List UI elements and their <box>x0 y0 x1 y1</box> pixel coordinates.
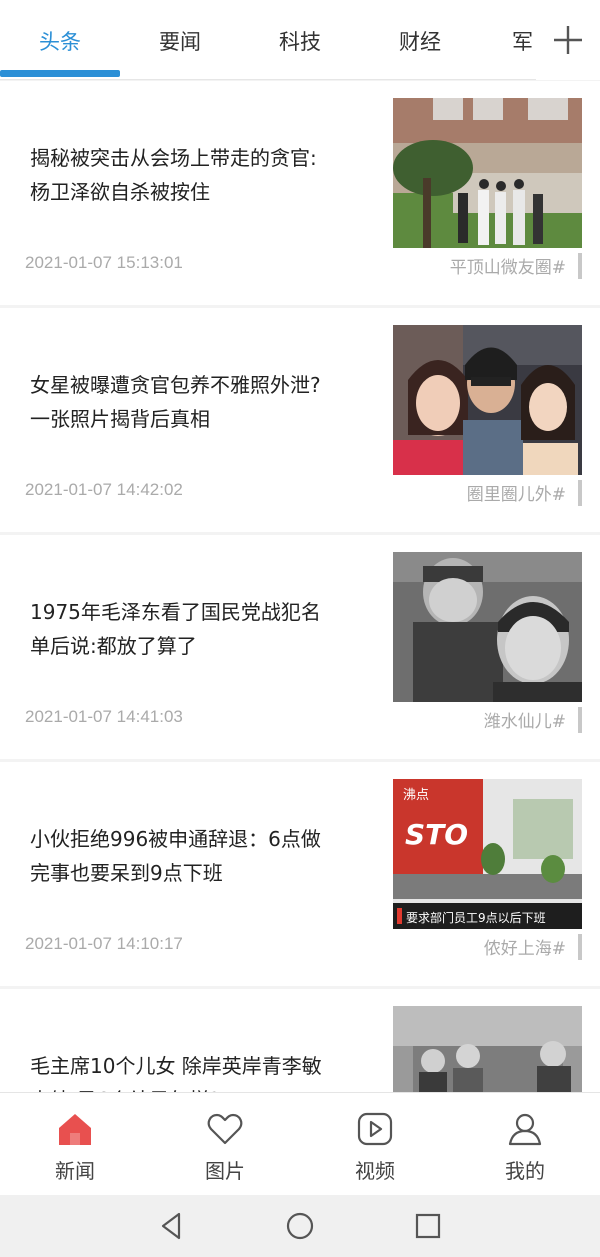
news-card[interactable]: 1975年毛泽东看了国民党战犯名 单后说:都放了算了 2021-01-07 14… <box>0 535 600 759</box>
publish-time: 2021-01-07 14:41:03 <box>25 707 183 726</box>
news-card[interactable]: 女星被曝遭贪官包养不雅照外泄? 一张照片揭背后真相 2021-01-07 14:… <box>0 308 600 532</box>
article-title-line: 1975年毛泽东看了国民党战犯名 <box>30 600 321 624</box>
article-title-line: 毛主席10个儿女 除岸英岸青李敏 <box>30 1054 322 1078</box>
article-thumbnail <box>393 1006 582 1092</box>
tab-military[interactable]: 军 <box>512 22 536 62</box>
news-card[interactable]: 毛主席10个儿女 除岸英岸青李敏 李纳 另6个结局怎样? <box>0 989 600 1092</box>
category-tab-bar: 头条 要闻 科技 财经 军 <box>0 0 600 80</box>
article-title: 毛主席10个儿女 除岸英岸青李敏 李纳 另6个结局怎样? <box>30 1049 375 1092</box>
nav-me[interactable]: 我的 <box>450 1093 600 1196</box>
article-title-line: 小伙拒绝996被申通辞退：6点做 <box>30 827 321 851</box>
nav-news[interactable]: 新闻 <box>0 1093 150 1196</box>
add-tab-button[interactable] <box>536 0 600 80</box>
article-title: 1975年毛泽东看了国民党战犯名 单后说:都放了算了 <box>30 595 375 663</box>
tab-technology[interactable]: 科技 <box>240 22 360 62</box>
recents-icon[interactable] <box>411 1209 445 1243</box>
news-feed[interactable]: 揭秘被突击从会场上带走的贪官: 杨卫泽欲自杀被按住 2021-01-07 15:… <box>0 81 600 1092</box>
article-title-line: 杨卫泽欲自杀被按住 <box>30 180 210 204</box>
article-title-line: 女星被曝遭贪官包养不雅照外泄? <box>30 373 321 397</box>
sto-logo-text: STO <box>405 818 468 851</box>
back-icon[interactable] <box>155 1209 189 1243</box>
publish-time: 2021-01-07 14:10:17 <box>25 934 183 953</box>
nav-label: 图片 <box>205 1159 245 1183</box>
video-play-icon <box>357 1112 393 1146</box>
source-name[interactable]: 圈里圈儿外# <box>467 480 566 505</box>
tab-headlines[interactable]: 头条 <box>0 22 120 62</box>
nav-video[interactable]: 视频 <box>300 1093 450 1196</box>
tab-important-news[interactable]: 要闻 <box>120 22 240 62</box>
news-card[interactable]: 揭秘被突击从会场上带走的贪官: 杨卫泽欲自杀被按住 2021-01-07 15:… <box>0 81 600 305</box>
article-title-line: 一张照片揭背后真相 <box>30 407 210 431</box>
nav-label: 视频 <box>355 1159 395 1183</box>
source-divider <box>578 253 582 279</box>
article-title-line: 李纳 另6个结局怎样? <box>30 1083 375 1092</box>
article-thumbnail <box>393 552 582 702</box>
source-name[interactable]: 潍水仙儿# <box>484 707 566 732</box>
home-circle-icon[interactable] <box>283 1209 317 1243</box>
source-divider <box>578 480 582 506</box>
user-icon <box>508 1113 542 1146</box>
nav-label: 我的 <box>505 1159 545 1183</box>
nav-pictures[interactable]: 图片 <box>150 1093 300 1196</box>
heart-icon <box>207 1113 243 1145</box>
bottom-navigation: 新闻 图片 视频 我的 <box>0 1092 600 1195</box>
source-divider <box>578 934 582 960</box>
article-title-line: 完事也要呆到9点下班 <box>30 861 223 885</box>
tab-finance[interactable]: 财经 <box>360 22 480 62</box>
article-title: 女星被曝遭贪官包养不雅照外泄? 一张照片揭背后真相 <box>30 368 375 436</box>
article-title: 小伙拒绝996被申通辞退：6点做 完事也要呆到9点下班 <box>30 822 375 890</box>
source-name[interactable]: 侬好上海# <box>484 934 566 959</box>
article-thumbnail <box>393 325 582 475</box>
source-name[interactable]: 平顶山微友圈# <box>450 253 566 278</box>
article-title: 揭秘被突击从会场上带走的贪官: 杨卫泽欲自杀被按住 <box>30 141 375 209</box>
article-thumbnail <box>393 98 582 248</box>
system-navigation-bar <box>0 1195 600 1257</box>
news-card[interactable]: 小伙拒绝996被申通辞退：6点做 完事也要呆到9点下班 STO 沸点 要求部门员… <box>0 762 600 986</box>
thumb-tag-text: 沸点 <box>403 788 429 803</box>
publish-time: 2021-01-07 15:13:01 <box>25 253 183 272</box>
article-title-line: 单后说:都放了算了 <box>30 634 197 658</box>
thumb-caption-text: 要求部门员工9点以后下班 <box>406 910 546 925</box>
home-icon <box>59 1114 91 1145</box>
plus-icon <box>554 26 582 54</box>
active-tab-indicator <box>0 70 120 77</box>
nav-label: 新闻 <box>55 1159 95 1183</box>
publish-time: 2021-01-07 14:42:02 <box>25 480 183 499</box>
source-divider <box>578 707 582 733</box>
news-app: 头条 要闻 科技 财经 军 揭秘被突击从会场上带走的贪官: 杨卫泽欲自杀被按住 <box>0 0 600 1257</box>
article-title-line: 揭秘被突击从会场上带走的贪官: <box>30 146 317 170</box>
article-thumbnail: STO 沸点 要求部门员工9点以后下班 <box>393 779 582 929</box>
